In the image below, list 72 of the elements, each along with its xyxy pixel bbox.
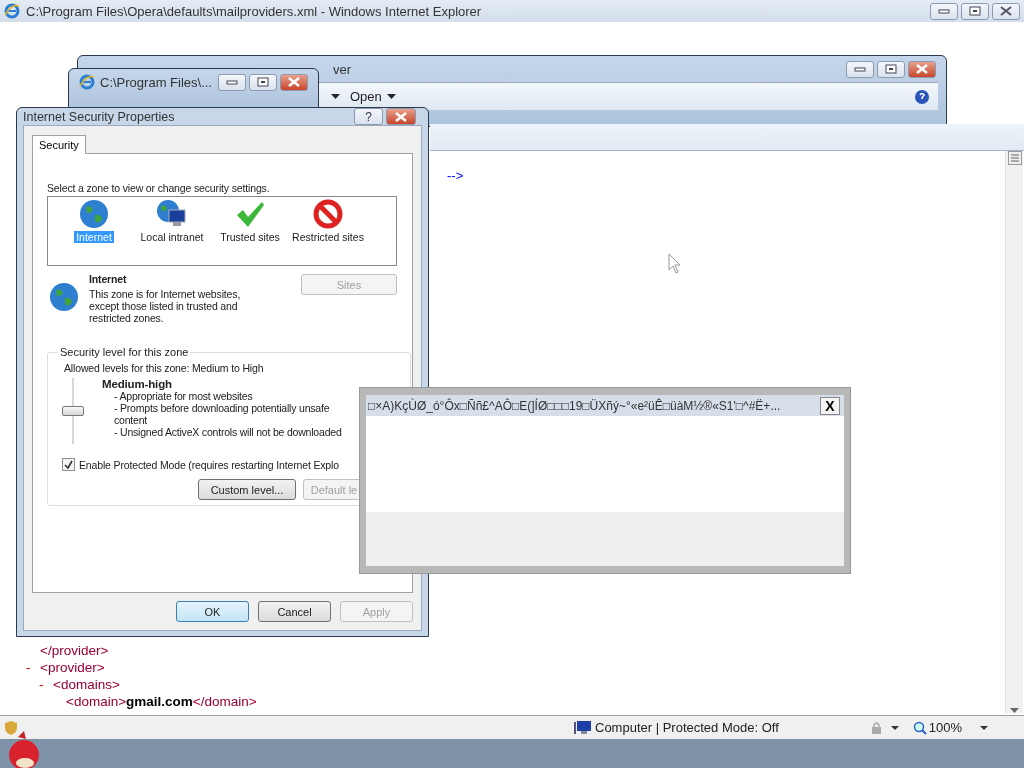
group-legend: Security level for this zone (58, 346, 191, 358)
browser-icon (4, 3, 20, 19)
zoom-level[interactable]: 100% (928, 720, 963, 735)
close-icon[interactable] (1000, 6, 1012, 16)
caret-icon[interactable] (980, 725, 989, 730)
xml-tag: <domains> (53, 676, 120, 693)
xml-comment-end: --> (447, 168, 464, 183)
minimize-icon[interactable] (938, 8, 950, 14)
zone-status: Computer | Protected Mode: Off (595, 720, 779, 735)
window-title: ver (333, 61, 352, 77)
scrollbar[interactable] (1005, 151, 1023, 713)
zoom-icon[interactable] (912, 720, 927, 735)
minimize-icon[interactable] (226, 79, 238, 85)
check-icon (64, 460, 73, 469)
zone-prompt: Select a zone to view or change security settings. (47, 182, 271, 194)
globe-monitor-icon (156, 199, 188, 229)
close-button[interactable] (908, 60, 936, 78)
help-button[interactable]: ? (354, 108, 383, 125)
popup-title: □×A)KçÙØ_ó°Ôx□Ññ£^AÔ□E(]ÍØ□□□19□ÜXñý~°«e²üÊ□üàM½®«S1'□^#Ë+... (368, 398, 782, 413)
zone-item[interactable]: Restricted sites (290, 231, 366, 243)
collapse-toggle[interactable]: - (26, 659, 34, 676)
zone-item[interactable]: Trusted sites (212, 231, 288, 243)
tab[interactable]: Security (32, 135, 86, 154)
checkbox[interactable] (62, 458, 75, 471)
cursor-icon (668, 253, 682, 275)
close-button[interactable]: X (820, 396, 840, 415)
close-button[interactable] (386, 108, 416, 125)
close-button[interactable] (992, 2, 1020, 20)
scroll-up-icon[interactable] (1007, 151, 1022, 165)
zone-item[interactable]: Local intranet (134, 231, 210, 243)
level-description: - Appropriate for most websites (113, 390, 254, 402)
minimize-icon[interactable] (854, 66, 866, 72)
maximize-icon[interactable] (885, 64, 897, 74)
caret-icon[interactable] (331, 94, 340, 99)
slider-thumb[interactable] (62, 406, 84, 416)
dialog-title: Internet Security Properties (23, 109, 175, 124)
help-icon[interactable] (914, 88, 930, 105)
checkbox-label: Enable Protected Mode (requires restarting Internet Explo (79, 458, 339, 471)
shield-icon (4, 719, 18, 736)
window-title: C:\Program Files\... (100, 74, 212, 90)
dialog-button[interactable]: Cancel (258, 601, 331, 622)
scroll-down-icon[interactable] (1010, 708, 1019, 713)
allowed-levels: Allowed levels for this zone: Medium to High (64, 362, 265, 374)
dialog-button[interactable]: OK (176, 601, 249, 622)
open-menu[interactable]: Open (350, 89, 396, 104)
minimize-button[interactable] (846, 60, 874, 78)
caret-icon[interactable] (890, 725, 899, 730)
level-name: Medium-high (102, 378, 173, 390)
restore-button[interactable] (961, 2, 989, 20)
globe-icon (79, 199, 109, 229)
window-title: C:\Program Files\Opera\defaults\mailproviders.xml - Windows Internet Explorer (26, 3, 482, 19)
maximize-icon[interactable] (257, 77, 269, 87)
xml-tag: </provider> (40, 642, 109, 659)
xml-element-line: <domain>gmail.com</domain> (66, 693, 257, 710)
level-button[interactable]: Custom level... (198, 479, 296, 500)
minimize-button[interactable] (218, 73, 246, 91)
xml-tag: <provider> (40, 659, 105, 676)
zone-name: Internet (89, 273, 128, 285)
no-entry-icon (313, 199, 343, 229)
level-description: - Prompts before downloading potentially unsafe content (113, 402, 331, 426)
maximize-icon[interactable] (969, 6, 981, 16)
maximize-button[interactable] (249, 73, 277, 91)
browser-icon (79, 74, 95, 90)
monitor-icon (574, 720, 592, 735)
caret-icon (386, 94, 396, 99)
close-button[interactable] (280, 73, 308, 91)
maximize-button[interactable] (877, 60, 905, 78)
collapse-toggle[interactable]: - (39, 676, 47, 693)
zone-description: This zone is for Internet websites, except those listed in trusted and restricted zones. (89, 288, 242, 324)
globe-icon (49, 282, 79, 312)
minimize-button[interactable] (930, 2, 958, 20)
level-description: - Unsigned ActiveX controls will not be downloaded (113, 426, 343, 438)
